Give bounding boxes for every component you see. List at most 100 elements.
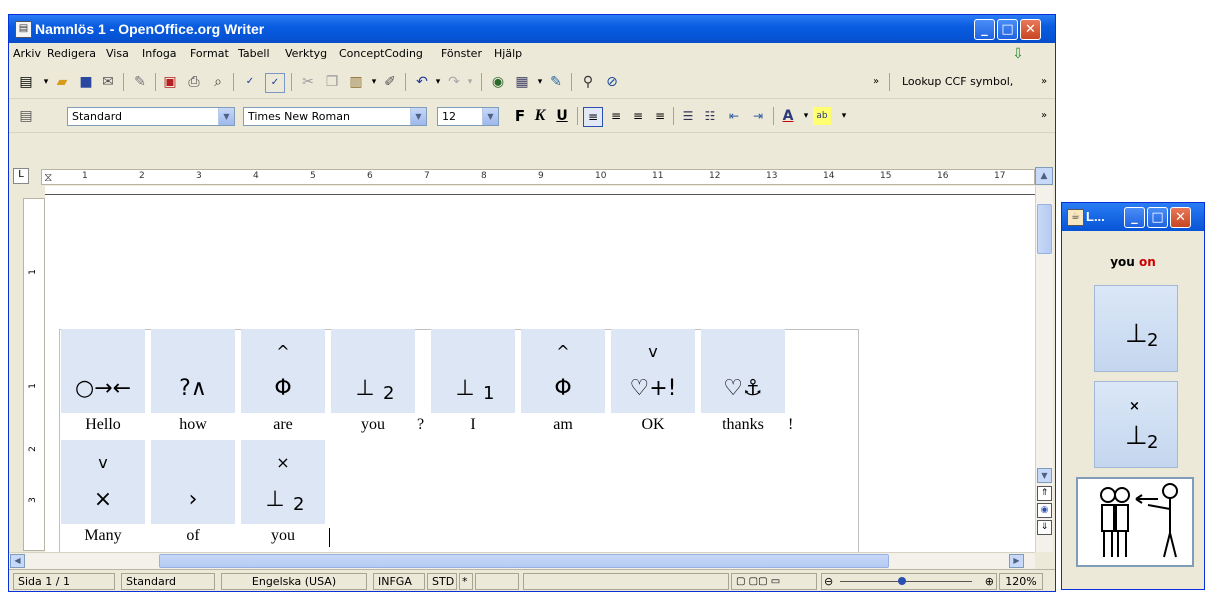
- minimize-button[interactable]: _: [1124, 207, 1145, 228]
- new-document-icon[interactable]: ▤: [17, 73, 35, 91]
- highlight-dropdown-icon[interactable]: ▾: [835, 107, 853, 125]
- next-page-icon[interactable]: ⇓: [1037, 520, 1052, 535]
- menu-format[interactable]: Format: [190, 47, 229, 60]
- previous-page-icon[interactable]: ⇑: [1037, 486, 1052, 501]
- ccf-symbol-cell[interactable]: × ⊥ 2: [241, 440, 325, 524]
- decrease-indent-icon[interactable]: ⇤: [725, 107, 743, 125]
- view-layout-icons[interactable]: ▢ ▢▢ ▭: [731, 573, 817, 590]
- menu-verktyg[interactable]: Verktyg: [285, 47, 327, 60]
- lookup-pictogram[interactable]: [1076, 477, 1194, 567]
- bold-button[interactable]: F: [511, 107, 529, 125]
- styles-formatting-icon[interactable]: ▤: [17, 107, 35, 125]
- ccf-symbol-cell[interactable]: ?∧: [151, 329, 235, 413]
- status-selection-mode[interactable]: STD: [427, 573, 457, 590]
- menu-arkiv[interactable]: Arkiv: [13, 47, 41, 60]
- horizontal-scroll-thumb[interactable]: [159, 554, 889, 568]
- menu-redigera[interactable]: Redigera: [47, 47, 96, 60]
- chevron-down-icon[interactable]: ▼: [482, 108, 498, 125]
- java-app-icon[interactable]: ☕: [1067, 209, 1084, 226]
- navigator-icon[interactable]: ◉: [489, 73, 507, 91]
- toolbar-overflow-icon[interactable]: »: [867, 73, 885, 91]
- chevron-down-icon[interactable]: ▼: [218, 108, 234, 125]
- copy-icon[interactable]: ❐: [323, 73, 341, 91]
- scroll-up-button[interactable]: ▲: [1035, 167, 1053, 185]
- print-icon[interactable]: ⎙: [185, 73, 203, 91]
- lookup-ccf-button[interactable]: Lookup CCF symbol,: [902, 75, 1013, 88]
- status-modified[interactable]: *: [459, 573, 473, 590]
- paste-icon[interactable]: ▥: [347, 73, 365, 91]
- lookup-title-bar[interactable]: ☕ L... _ □ ✕: [1062, 203, 1204, 231]
- format-paintbrush-icon[interactable]: ✐: [381, 73, 399, 91]
- menu-conceptcoding[interactable]: ConceptCoding: [339, 47, 423, 60]
- cut-icon[interactable]: ✂: [299, 73, 317, 91]
- scroll-right-button[interactable]: ▶: [1009, 554, 1024, 568]
- tab-stop-icon[interactable]: L: [13, 168, 29, 184]
- autospellcheck-icon[interactable]: ✓: [265, 73, 285, 93]
- navigation-icon[interactable]: ◉: [1037, 503, 1052, 518]
- update-icon[interactable]: ⇩: [1009, 45, 1027, 63]
- status-style[interactable]: Standard: [121, 573, 215, 590]
- ccf-symbol-cell[interactable]: ^ Φ: [241, 329, 325, 413]
- title-bar[interactable]: ▤ Namnlös 1 - OpenOffice.org Writer _ □ …: [9, 15, 1055, 43]
- vertical-ruler[interactable]: 1 1 2 3: [23, 198, 45, 551]
- status-language[interactable]: Engelska (USA): [221, 573, 367, 590]
- ccf-symbol-cell[interactable]: v ♡+!: [611, 329, 695, 413]
- ccf-symbol-cell[interactable]: v ×: [61, 440, 145, 524]
- menu-visa[interactable]: Visa: [106, 47, 129, 60]
- menu-infoga[interactable]: Infoga: [142, 47, 177, 60]
- save-icon[interactable]: ■: [77, 73, 95, 91]
- increase-indent-icon[interactable]: ⇥: [749, 107, 767, 125]
- menu-fonster[interactable]: Fönster: [441, 47, 482, 60]
- navigator-compass-icon[interactable]: ⊘: [603, 73, 621, 91]
- align-left-icon[interactable]: ≡: [583, 107, 603, 127]
- align-center-icon[interactable]: ≡: [607, 107, 625, 125]
- ccf-symbol-cell[interactable]: ⊥ 1: [431, 329, 515, 413]
- font-color-icon[interactable]: A: [779, 107, 797, 125]
- close-button[interactable]: ✕: [1170, 207, 1191, 228]
- scroll-left-button[interactable]: ◀: [10, 554, 25, 568]
- status-page[interactable]: Sida 1 / 1: [13, 573, 115, 590]
- menu-tabell[interactable]: Tabell: [238, 47, 270, 60]
- lookup-symbol-you-plural[interactable]: × ⊥ 2: [1094, 381, 1178, 468]
- minimize-button[interactable]: _: [974, 19, 995, 40]
- zoom-slider[interactable]: ⊖ ⊕: [821, 573, 997, 590]
- close-button[interactable]: ✕: [1020, 19, 1041, 40]
- vertical-scrollbar[interactable]: ▼ ⇑ ◉ ⇓: [1035, 186, 1053, 552]
- vertical-scroll-thumb[interactable]: [1037, 204, 1052, 254]
- bullets-icon[interactable]: ☷: [701, 107, 719, 125]
- spellcheck-icon[interactable]: ✓: [241, 73, 259, 91]
- align-right-icon[interactable]: ≡: [629, 107, 647, 125]
- chevron-down-icon[interactable]: ▼: [410, 108, 426, 125]
- edit-file-icon[interactable]: ✎: [131, 73, 149, 91]
- writer-app-icon[interactable]: ▤: [15, 21, 32, 38]
- ccf-symbol-cell[interactable]: ⊥ 2: [331, 329, 415, 413]
- email-icon[interactable]: ✉: [99, 73, 117, 91]
- highlight-icon[interactable]: ab: [813, 107, 831, 125]
- document-canvas[interactable]: ○→← Hello ?∧ how ^ Φare ⊥ 2 you ⊥ 1 I ^ Φam v ♡+! OK ♡⚓ th…: [45, 186, 1035, 552]
- lookup-symbol-you[interactable]: ⊥ 2: [1094, 285, 1178, 372]
- maximize-button[interactable]: □: [1147, 207, 1168, 228]
- toolbar-overflow-right-icon[interactable]: »: [1035, 73, 1053, 91]
- export-pdf-icon[interactable]: ▣: [161, 73, 179, 91]
- zoom-out-icon[interactable]: ⊖: [824, 574, 833, 589]
- maximize-button[interactable]: □: [997, 19, 1018, 40]
- redo-dropdown-icon[interactable]: ▾: [461, 73, 479, 91]
- find-replace-icon[interactable]: ⚲: [579, 73, 597, 91]
- scroll-down-button[interactable]: ▼: [1037, 468, 1052, 483]
- font-name-combo[interactable]: Times New Roman ▼: [243, 107, 427, 126]
- font-size-combo[interactable]: 12 ▼: [437, 107, 499, 126]
- ccf-symbol-cell[interactable]: ♡⚓: [701, 329, 785, 413]
- menu-hjalp[interactable]: Hjälp: [494, 47, 522, 60]
- ccf-symbol-cell[interactable]: ›: [151, 440, 235, 524]
- table-icon[interactable]: ▦: [513, 73, 531, 91]
- status-digital-signature[interactable]: [475, 573, 519, 590]
- ccf-symbol-cell[interactable]: ^ Φ: [521, 329, 605, 413]
- toolbar-overflow-right-icon[interactable]: »: [1035, 107, 1053, 125]
- paragraph-style-combo[interactable]: Standard ▼: [67, 107, 235, 126]
- zoom-slider-knob[interactable]: [898, 577, 907, 585]
- draw-functions-icon[interactable]: ✎: [547, 73, 565, 91]
- status-zoom[interactable]: 120%: [999, 573, 1043, 590]
- italic-button[interactable]: K: [531, 107, 549, 125]
- zoom-in-icon[interactable]: ⊕: [985, 574, 994, 589]
- horizontal-ruler[interactable]: ⧖ 1 2 3 4 5 6 7 8 9 10 11 12 13 14 15 16 17: [41, 169, 1035, 185]
